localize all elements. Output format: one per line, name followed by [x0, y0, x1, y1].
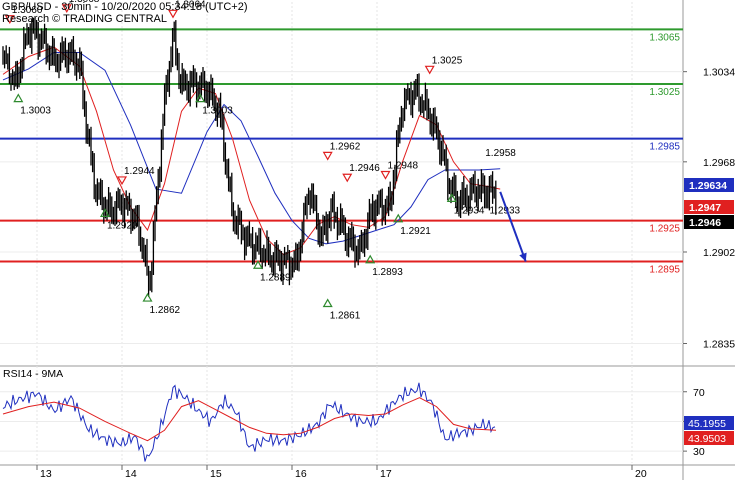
swing-price-label: 1.2889	[260, 272, 291, 283]
swing-price-label: 1.2958	[485, 148, 516, 159]
rsi-badge-label: 45.1955	[688, 418, 726, 430]
rsi-badge-label: 43.9503	[688, 433, 726, 445]
swing-price-label: 1.2862	[150, 305, 181, 316]
swing-price-label: 1.3003	[20, 106, 51, 117]
rsi-pane-title: RSI14 - 9MA	[3, 368, 63, 380]
price-badge-label: 1.29634	[689, 180, 727, 192]
swing-price-label: 1.2934	[454, 205, 485, 216]
swing-price-label: 1.2921	[400, 226, 431, 237]
price-badge-label: 1.2947	[689, 202, 721, 214]
price-axis-label: 1.2835	[703, 339, 735, 351]
time-axis-label: 15	[210, 468, 222, 480]
swing-price-label: 1.2962	[330, 141, 361, 152]
swing-price-label: 1.2946	[349, 163, 380, 174]
support-level-label: 1.2925	[649, 224, 680, 235]
rsi-axis-label: 30	[693, 446, 705, 458]
time-axis-label: 16	[295, 468, 307, 480]
chart-source-credit: Research © TRADING CENTRAL	[2, 13, 167, 25]
swing-price-label: 1.2948	[388, 160, 419, 171]
price-badge-label: 1.2946	[689, 217, 721, 229]
price-axis-label: 1.3034	[703, 67, 735, 79]
swing-price-label: 1.2920	[107, 220, 138, 231]
time-axis-label: 20	[635, 468, 647, 480]
resistance-level-label: 1.3025	[649, 87, 680, 98]
swing-price-label: 1.2893	[372, 267, 403, 278]
chart-canvas: 1.30651.30251.29851.29251.2895 1.3060 1.3…	[0, 0, 735, 480]
swing-price-label: 1.2861	[330, 311, 361, 322]
price-axis-label: 1.2902	[703, 247, 735, 259]
time-axis-label: 14	[125, 468, 137, 480]
swing-price-label: 1.3003	[202, 106, 233, 117]
time-axis-label: 17	[380, 468, 392, 480]
swing-price-label: 1.3025	[432, 55, 463, 66]
rsi-axis-label: 70	[693, 387, 705, 399]
chart-symbol-title: GBP/USD - 30min - 10/20/2020 05:34:18 (U…	[2, 1, 248, 13]
support-level-label: 1.2895	[649, 265, 680, 276]
resistance-level-label: 1.3065	[649, 32, 680, 43]
pivot-level-label: 1.2985	[649, 142, 680, 153]
time-axis-label: 13	[40, 468, 52, 480]
swing-price-label: 1.2944	[124, 166, 155, 177]
price-axis-label: 1.2968	[703, 157, 735, 169]
